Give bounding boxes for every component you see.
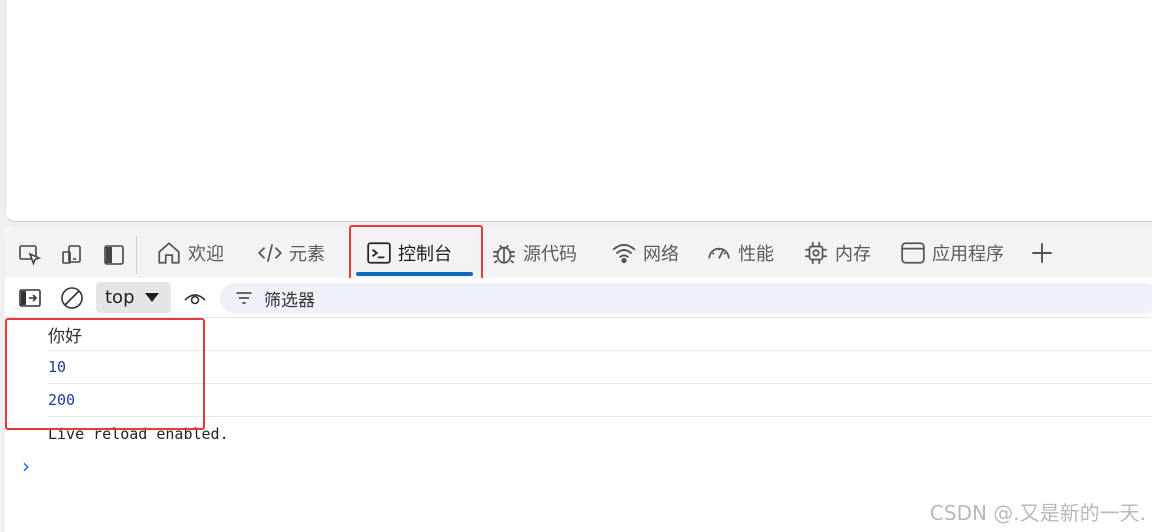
toolbar-divider [136,236,137,274]
tab-network[interactable]: 网络 [611,228,679,278]
console-message: Live reload enabled. [48,417,1152,450]
add-tab-plus-icon[interactable] [1029,240,1055,266]
inspect-element-icon[interactable] [17,242,43,268]
home-icon [158,242,180,264]
tab-label: 网络 [643,244,679,265]
message-text: 200 [48,391,76,409]
devtools-main-toolbar: 欢迎 元素 控制台 源代码 网络 性能 内存 应用程序 [5,225,1152,283]
devtools-panel: 欢迎 元素 控制台 源代码 网络 性能 内存 应用程序 top 筛选器 你好 1… [5,225,1152,532]
tab-sources[interactable]: 源代码 [491,228,577,278]
tab-console[interactable]: 控制台 [366,228,452,278]
tab-welcome[interactable]: 欢迎 [156,228,224,278]
code-icon [257,244,283,262]
show-sidebar-icon[interactable] [17,285,43,311]
watermark: CSDN @.又是新的一天. [929,501,1146,525]
tab-label: 元素 [289,244,325,265]
clear-console-icon[interactable] [59,285,85,311]
console-message: 200 [48,384,1152,417]
chevron-down-icon [144,293,159,302]
bug-icon [493,244,515,264]
console-prompt[interactable]: › [22,454,30,478]
tab-elements[interactable]: 元素 [257,228,325,278]
tab-label: 欢迎 [188,244,224,265]
context-value: top [105,287,135,308]
page-viewport [5,0,1152,222]
toggle-sidebar-icon[interactable] [101,242,127,268]
message-text: 10 [48,358,67,376]
tab-label: 源代码 [523,244,577,265]
message-text: 你好 [48,326,82,347]
terminal-icon [367,242,391,264]
wifi-icon [612,243,636,264]
tab-label: 内存 [835,244,871,265]
tab-label: 控制台 [398,244,452,265]
active-tab-indicator [356,272,473,276]
window-icon [901,242,925,264]
tab-label: 性能 [738,244,774,265]
context-selector[interactable]: top [96,282,171,313]
tab-application[interactable]: 应用程序 [900,228,1004,278]
tab-memory[interactable]: 内存 [803,228,871,278]
tab-label: 应用程序 [932,244,1004,265]
filter-icon [236,292,252,304]
console-message: 你好 [48,318,1152,351]
message-text: Live reload enabled. [48,424,229,443]
eye-icon[interactable] [182,285,208,311]
filter-placeholder: 筛选器 [264,290,315,311]
console-message: 10 [48,351,1152,384]
device-emulation-icon[interactable] [59,242,85,268]
filter-input[interactable]: 筛选器 [220,283,1152,313]
console-toolbar: top 筛选器 [5,278,1152,318]
chip-icon [805,242,827,264]
tab-performance[interactable]: 性能 [706,228,774,278]
gauge-icon [708,247,730,259]
